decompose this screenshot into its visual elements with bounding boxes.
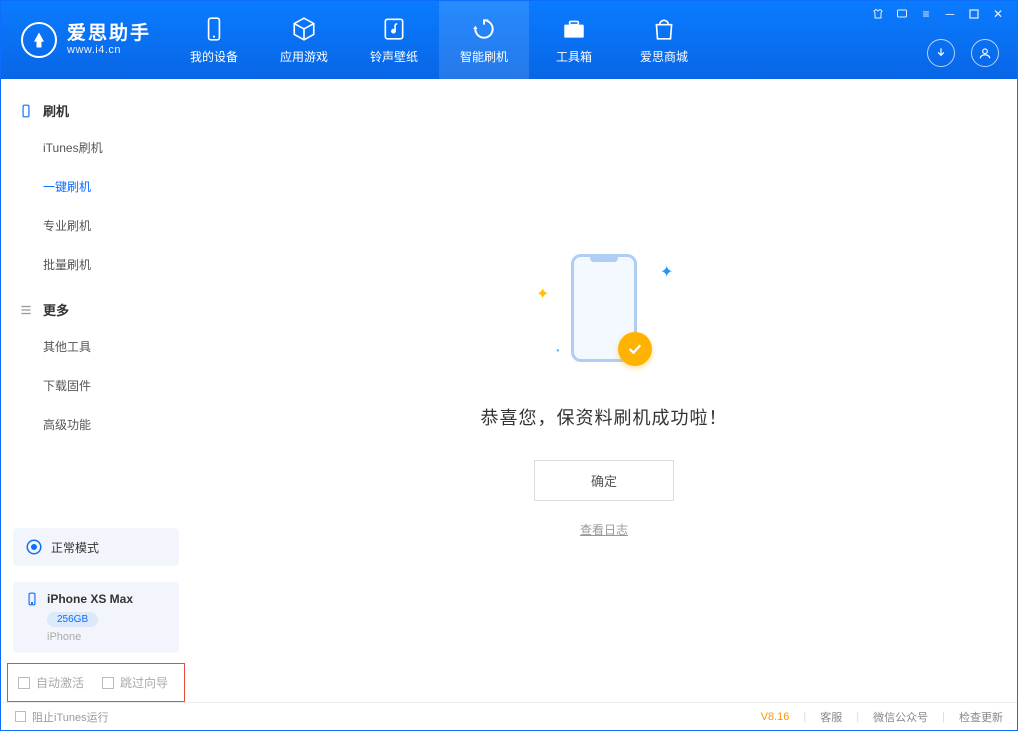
music-icon xyxy=(381,16,407,42)
nav-tabs: 我的设备 应用游戏 铃声壁纸 智能刷机 工具箱 爱思商城 xyxy=(169,1,709,79)
update-link[interactable]: 检查更新 xyxy=(959,709,1003,725)
check-skip-wizard[interactable]: 跳过向导 xyxy=(102,674,168,691)
sidebar-item-batch[interactable]: 批量刷机 xyxy=(1,245,191,284)
sidebar-item-tools[interactable]: 其他工具 xyxy=(1,327,191,366)
checkbox-icon xyxy=(15,711,26,722)
check-auto-activate[interactable]: 自动激活 xyxy=(18,674,84,691)
mode-label: 正常模式 xyxy=(51,539,99,556)
window-controls: ≡ ─ ✕ xyxy=(871,7,1005,21)
cube-icon xyxy=(291,16,317,42)
close-button[interactable]: ✕ xyxy=(991,7,1005,21)
block-itunes-check[interactable]: 阻止iTunes运行 xyxy=(15,709,109,725)
phone-icon xyxy=(19,104,33,118)
minimize-button[interactable]: ─ xyxy=(943,7,957,21)
device-name: iPhone XS Max xyxy=(47,592,133,606)
version-label: V8.16 xyxy=(761,711,790,723)
mode-icon xyxy=(25,538,43,556)
phone-icon xyxy=(25,592,39,606)
sidebar-item-firmware[interactable]: 下载固件 xyxy=(1,366,191,405)
device-icon xyxy=(201,16,227,42)
feedback-icon[interactable] xyxy=(895,7,909,21)
app-url: www.i4.cn xyxy=(67,44,151,56)
checkbox-icon xyxy=(18,677,30,689)
sidebar-item-itunes[interactable]: iTunes刷机 xyxy=(1,128,191,167)
sidebar-heading-flash: 刷机 xyxy=(1,93,191,128)
user-button[interactable] xyxy=(971,39,999,67)
sparkle-icon: ✦ xyxy=(660,262,668,270)
device-type: iPhone xyxy=(47,631,167,643)
sidebar: 刷机 iTunes刷机 一键刷机 专业刷机 批量刷机 更多 其他工具 下载固件 … xyxy=(1,79,191,702)
nav-tab-toolbox[interactable]: 工具箱 xyxy=(529,1,619,79)
sidebar-item-pro[interactable]: 专业刷机 xyxy=(1,206,191,245)
bag-icon xyxy=(651,16,677,42)
wechat-link[interactable]: 微信公众号 xyxy=(873,709,928,725)
logo-icon xyxy=(21,22,57,58)
device-card[interactable]: iPhone XS Max 256GB iPhone xyxy=(13,582,179,653)
nav-tab-store[interactable]: 爱思商城 xyxy=(619,1,709,79)
list-icon xyxy=(19,303,33,317)
refresh-icon xyxy=(471,16,497,42)
app-logo: 爱思助手 www.i4.cn xyxy=(1,22,169,58)
mode-card[interactable]: 正常模式 xyxy=(13,528,179,566)
sparkle-icon: ✦ xyxy=(536,284,544,292)
nav-tab-flash[interactable]: 智能刷机 xyxy=(439,1,529,79)
nav-tab-device[interactable]: 我的设备 xyxy=(169,1,259,79)
shirt-icon[interactable] xyxy=(871,7,885,21)
sidebar-item-oneclick[interactable]: 一键刷机 xyxy=(1,167,191,206)
download-button[interactable] xyxy=(927,39,955,67)
menu-icon[interactable]: ≡ xyxy=(919,7,933,21)
footer: 阻止iTunes运行 V8.16 | 客服 | 微信公众号 | 检查更新 xyxy=(1,702,1017,730)
sidebar-item-advanced[interactable]: 高级功能 xyxy=(1,405,191,444)
sparkle-icon: ● xyxy=(556,348,564,356)
support-link[interactable]: 客服 xyxy=(820,709,842,725)
sidebar-heading-more: 更多 xyxy=(1,292,191,327)
checkbox-row: 自动激活 跳过向导 xyxy=(7,663,185,702)
device-storage: 256GB xyxy=(47,612,98,627)
nav-tab-apps[interactable]: 应用游戏 xyxy=(259,1,349,79)
ok-button[interactable]: 确定 xyxy=(534,460,674,501)
success-illustration: ✦ ✦ ● xyxy=(504,244,704,384)
check-badge-icon xyxy=(618,332,652,366)
toolbox-icon xyxy=(561,16,587,42)
maximize-button[interactable] xyxy=(967,7,981,21)
view-log-link[interactable]: 查看日志 xyxy=(580,521,628,538)
main-content: ✦ ✦ ● 恭喜您，保资料刷机成功啦！ 确定 查看日志 xyxy=(191,79,1017,702)
success-title: 恭喜您，保资料刷机成功啦！ xyxy=(481,404,728,430)
nav-tab-wallpaper[interactable]: 铃声壁纸 xyxy=(349,1,439,79)
app-title: 爱思助手 xyxy=(67,24,151,45)
app-header: 爱思助手 www.i4.cn 我的设备 应用游戏 铃声壁纸 智能刷机 工具箱 爱… xyxy=(1,1,1017,79)
checkbox-icon xyxy=(102,677,114,689)
